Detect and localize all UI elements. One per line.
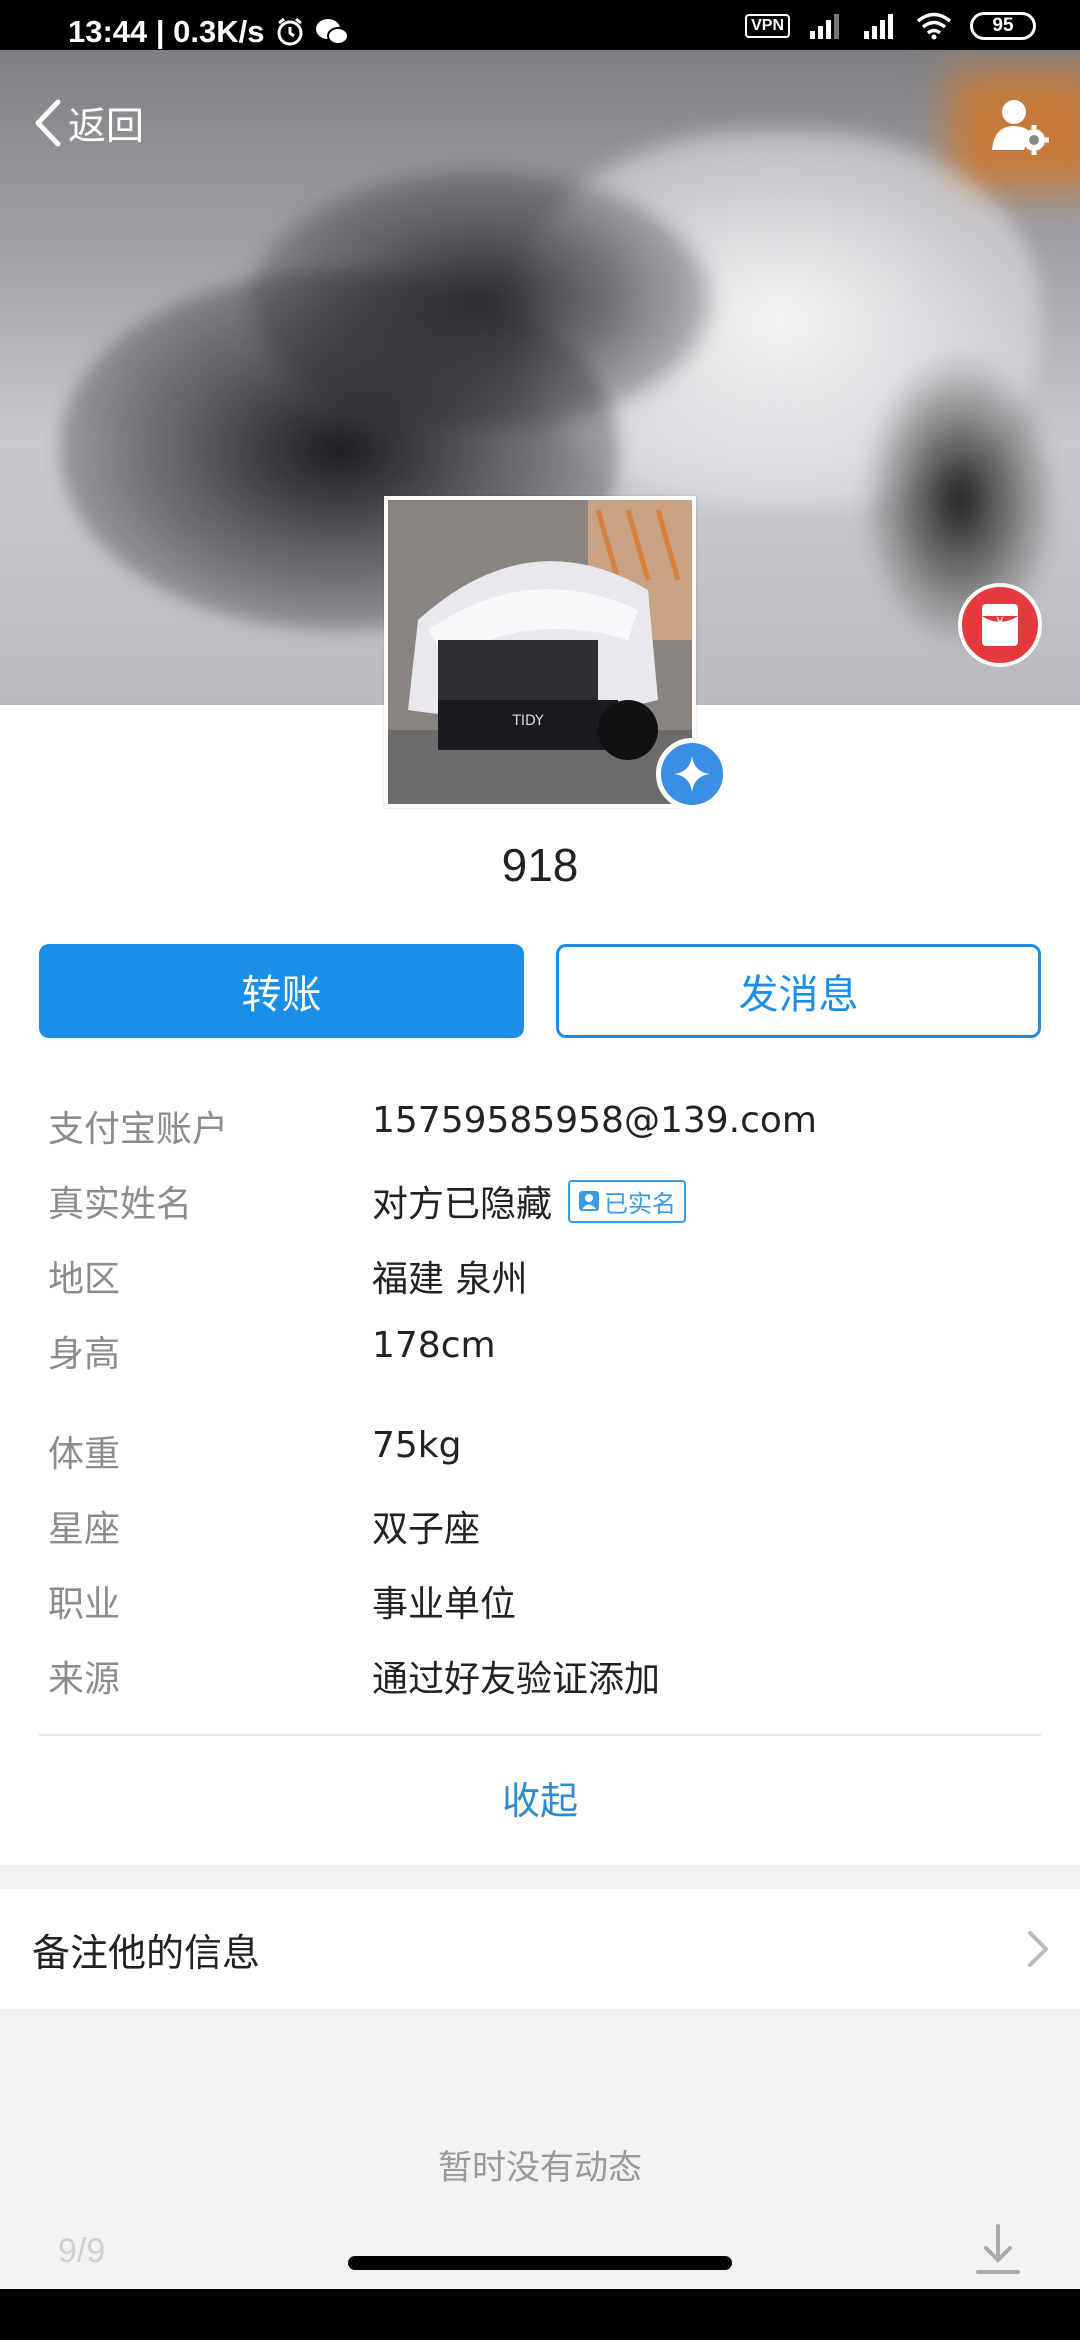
info-row-account: 支付宝账户 15759585958@139.com — [0, 1094, 1080, 1154]
info-value: 对方已隐藏 已实名 — [372, 1175, 687, 1227]
home-indicator[interactable] — [348, 2256, 732, 2270]
account-value: 15759585958@139.com — [372, 1100, 817, 1141]
remark-row[interactable]: 备注他的信息 — [0, 1889, 1080, 2009]
info-label: 地区 — [48, 1259, 121, 1300]
collapse-link[interactable]: 收起 — [0, 1770, 1080, 1825]
chevron-left-icon — [35, 99, 61, 146]
info-row-occupation: 职业 事业单位 — [0, 1569, 1080, 1629]
signal-icon — [864, 14, 893, 39]
info-value: 双子座 — [372, 1509, 481, 1550]
realname-value: 对方已隐藏 — [372, 1184, 553, 1225]
alarm-icon — [277, 17, 303, 46]
wechat-icon — [315, 19, 349, 45]
avatar[interactable]: TIDY — [384, 496, 696, 808]
info-label: 真实姓名 — [48, 1184, 193, 1225]
send-message-button[interactable]: 发消息 — [556, 944, 1041, 1038]
info-value: 178cm — [372, 1325, 496, 1366]
info-row-zodiac: 星座 双子座 — [0, 1494, 1080, 1554]
red-packet-icon: ¥ — [982, 604, 1018, 646]
transfer-button[interactable]: 转账 — [39, 944, 524, 1038]
page-indicator: 9/9 — [58, 2232, 106, 2270]
info-value: 福建 泉州 — [372, 1259, 528, 1300]
empty-moments-text: 暂时没有动态 — [438, 2148, 642, 2188]
bottom-bar — [0, 2289, 1080, 2340]
section-gap — [0, 1865, 1080, 1889]
info-row-weight: 体重 75kg — [0, 1419, 1080, 1479]
chevron-right-icon — [1028, 1931, 1048, 1967]
info-label: 来源 — [48, 1659, 121, 1700]
download-icon[interactable] — [970, 2220, 1026, 2280]
status-left: 13:44 | 0.3K/s — [68, 14, 349, 50]
info-row-region: 地区 福建 泉州 — [0, 1244, 1080, 1304]
wifi-icon — [916, 12, 952, 40]
profile-name: 918 — [501, 839, 579, 891]
divider — [39, 1734, 1041, 1736]
status-time-speed: 13:44 | 0.3K/s — [68, 14, 265, 49]
info-label: 体重 — [48, 1434, 121, 1475]
info-row-height: 身高 178cm — [0, 1319, 1080, 1379]
verified-realname-tag: 已实名 — [568, 1179, 687, 1223]
info-label: 星座 — [48, 1509, 121, 1550]
avatar-image: TIDY — [388, 500, 692, 804]
info-label: 支付宝账户 — [48, 1109, 229, 1150]
user-settings-icon[interactable] — [990, 96, 1050, 156]
info-value: 事业单位 — [372, 1584, 517, 1625]
info-row-realname: 真实姓名 对方已隐藏 已实名 — [0, 1169, 1080, 1229]
info-label: 职业 — [48, 1584, 121, 1625]
info-value[interactable]: 15759585958@139.com — [372, 1100, 817, 1141]
svg-text:TIDY: TIDY — [511, 713, 544, 729]
vpn-badge: VPN — [745, 14, 790, 38]
back-label: 返回 — [68, 104, 145, 148]
status-bar: 13:44 | 0.3K/s VPN 95 — [0, 0, 1080, 50]
battery-icon: 95 — [970, 12, 1036, 40]
svg-text:¥: ¥ — [996, 615, 1004, 629]
verified-badge-icon — [656, 738, 728, 810]
info-value: 75kg — [372, 1425, 462, 1466]
info-row-source: 来源 通过好友验证添加 — [0, 1644, 1080, 1704]
signal-icon — [810, 14, 839, 39]
realname-tag-label: 已实名 — [604, 1189, 677, 1218]
info-label: 身高 — [48, 1334, 121, 1375]
back-button[interactable]: 返回 — [30, 95, 144, 150]
status-right: VPN 95 — [745, 12, 1036, 40]
info-value: 通过好友验证添加 — [372, 1659, 661, 1700]
verified-person-icon — [579, 1191, 600, 1211]
red-packet-button[interactable]: ¥ — [958, 583, 1042, 667]
remark-label: 备注他的信息 — [32, 1930, 261, 1975]
